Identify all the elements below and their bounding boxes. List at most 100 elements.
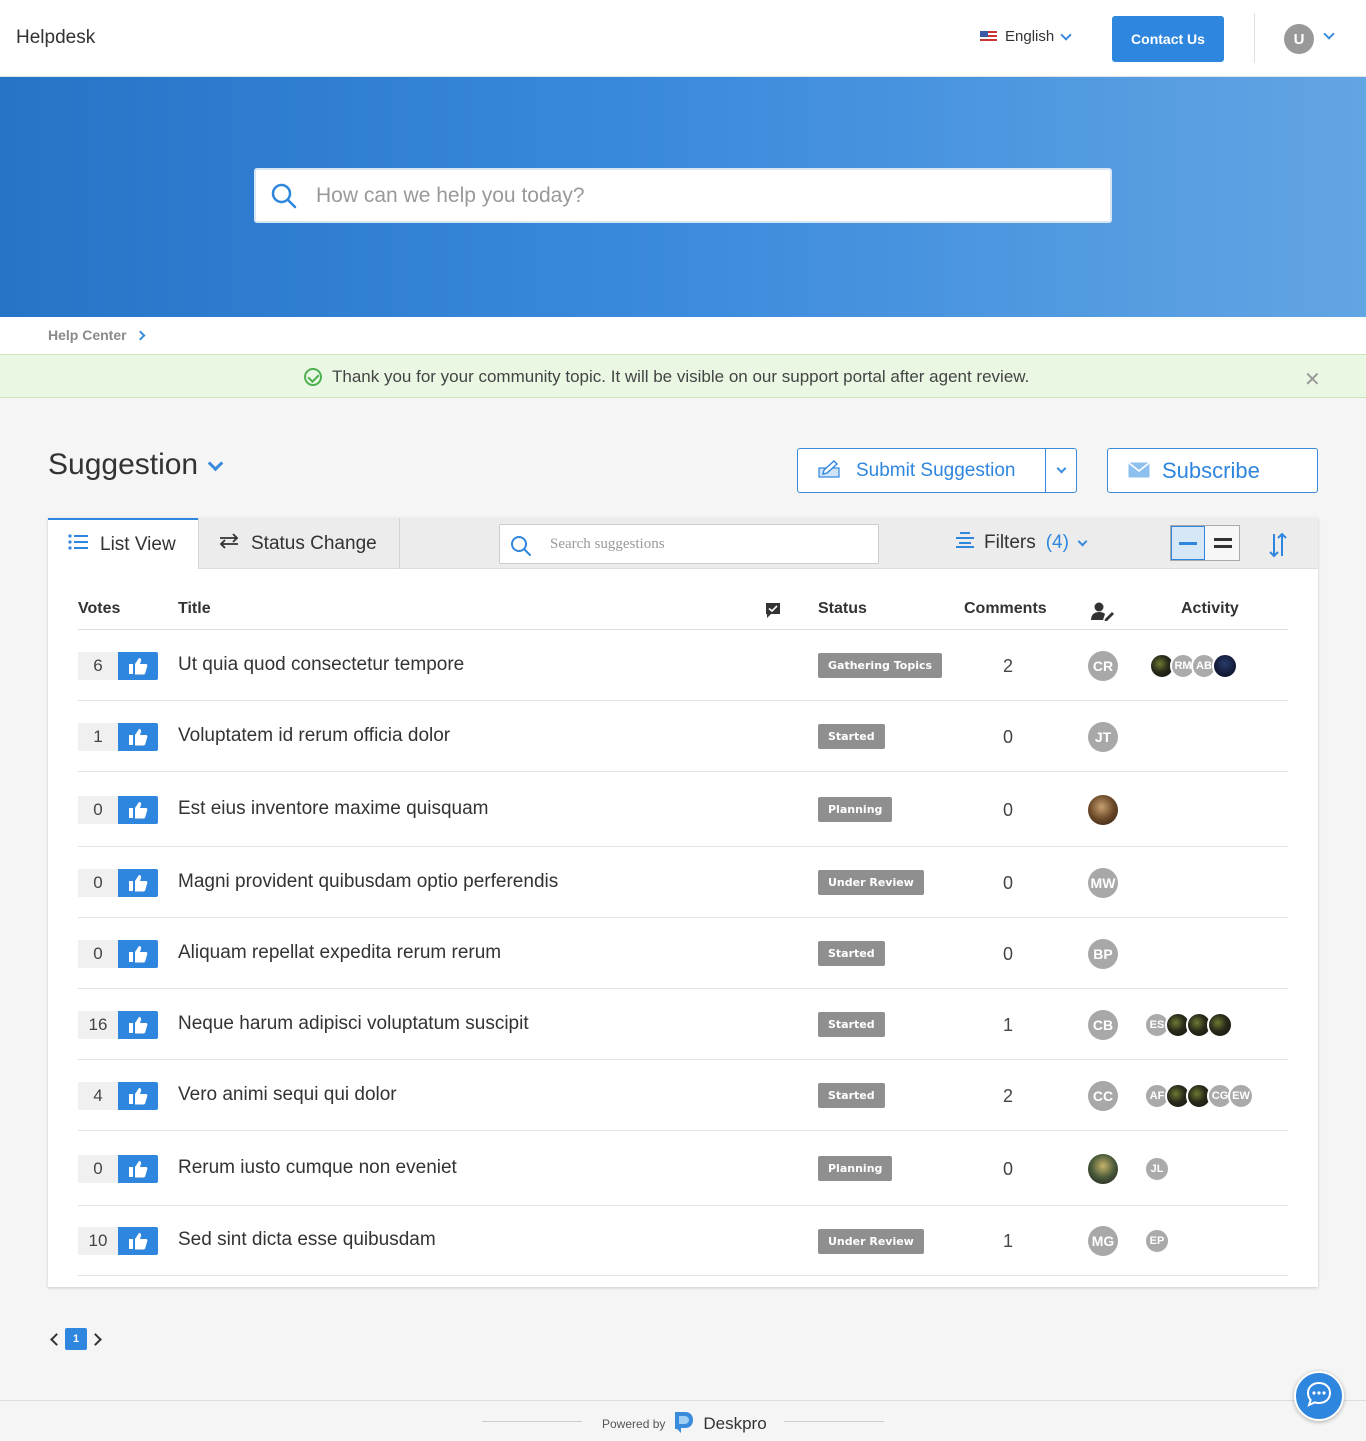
sort-icon[interactable] (1268, 532, 1288, 563)
suggestion-search-box (499, 524, 879, 564)
alert-content: Thank you for your community topic. It w… (304, 367, 1029, 387)
user-avatar[interactable]: U (1284, 24, 1314, 54)
activity-avatar: EP (1144, 1228, 1170, 1254)
subscribe-button[interactable]: Subscribe (1107, 448, 1318, 493)
vote-count: 0 (78, 939, 118, 968)
tab-status-change[interactable]: Status Change (198, 518, 400, 569)
section-title: Suggestion (48, 448, 199, 481)
chat-widget-button[interactable] (1294, 1371, 1344, 1421)
breadcrumb-help-center[interactable]: Help Center (48, 327, 127, 343)
user-menu-chevron-icon[interactable] (1323, 28, 1335, 40)
status-badge: Under Review (818, 870, 924, 895)
column-votes[interactable]: Votes (78, 600, 120, 618)
submit-options-button[interactable] (1045, 449, 1076, 492)
search-icon (270, 182, 298, 215)
language-selector[interactable]: English (980, 28, 1072, 45)
vote-control: 1 (78, 722, 158, 751)
footer-divider (482, 1421, 582, 1422)
vote-control: 0 (78, 1154, 158, 1183)
assignee-avatar: MG (1088, 1226, 1118, 1256)
suggestion-title[interactable]: Sed sint dicta esse quibusdam (178, 1229, 436, 1251)
suggestion-title[interactable]: Vero animi sequi qui dolor (178, 1084, 397, 1106)
table-row[interactable]: 0 Aliquam repellat expedita rerum rerum St… (78, 918, 1288, 989)
powered-by-label: Powered by (602, 1416, 666, 1431)
table-row[interactable]: 0 Rerum iusto cumque non eveniet Planning 0… (78, 1131, 1288, 1206)
chevron-down-icon (1060, 28, 1072, 41)
compact-view-button[interactable] (1171, 526, 1205, 560)
chevron-right-icon (135, 330, 146, 340)
status-badge: Started (818, 941, 885, 966)
assignee-avatar: CB (1088, 1009, 1118, 1040)
suggestion-title[interactable]: Voluptatem id rerum officia dolor (178, 725, 450, 747)
suggestion-search-input[interactable] (550, 525, 870, 563)
activity-avatars: ES (1144, 1011, 1233, 1038)
search-icon (510, 535, 532, 562)
next-page-icon[interactable] (89, 1332, 102, 1346)
hero-search-box (254, 168, 1112, 223)
comfortable-view-button[interactable] (1206, 526, 1240, 560)
comment-count: 2 (1002, 1085, 1013, 1106)
brand-name[interactable]: Helpdesk (16, 27, 95, 49)
table-row[interactable]: 16 Neque harum adipisci voluptatum suscip… (78, 989, 1288, 1060)
deskpro-name: Deskpro (703, 1413, 767, 1433)
density-toggle (1170, 525, 1240, 561)
vote-control: 0 (78, 939, 158, 968)
comment-count: 1 (1002, 1014, 1013, 1035)
close-icon[interactable]: ✕ (1304, 367, 1321, 392)
filters-dropdown[interactable]: Filters (4) (956, 532, 1088, 554)
breadcrumb: Help Center (48, 327, 146, 343)
vote-count: 16 (78, 1010, 118, 1039)
envelope-icon (1128, 458, 1150, 484)
thumbs-up-icon[interactable] (118, 1010, 158, 1039)
thumbs-up-icon[interactable] (118, 1154, 158, 1183)
thumbs-up-icon[interactable] (118, 795, 158, 824)
thumbs-up-icon[interactable] (118, 868, 158, 897)
thumbs-up-icon[interactable] (118, 939, 158, 968)
column-status[interactable]: Status (818, 600, 867, 618)
vote-count: 6 (78, 651, 118, 680)
thumbs-up-icon[interactable] (118, 1227, 158, 1255)
thumbs-up-icon[interactable] (118, 722, 158, 751)
suggestion-title[interactable]: Est eius inventore maxime quisquam (178, 798, 488, 820)
status-badge: Started (818, 1083, 885, 1108)
suggestion-title[interactable]: Rerum iusto cumque non eveniet (178, 1157, 457, 1179)
filters-count: (4) (1045, 532, 1069, 553)
assignee-avatar: JT (1088, 721, 1118, 752)
powered-by[interactable]: Powered by Deskpro (602, 1410, 767, 1437)
previous-page-icon[interactable] (50, 1332, 63, 1346)
column-title[interactable]: Title (178, 600, 211, 618)
suggestion-title[interactable]: Magni provident quibusdam optio perferen… (178, 871, 558, 893)
vote-control: 16 (78, 1010, 158, 1039)
vote-control: 0 (78, 868, 158, 897)
vote-count: 0 (78, 795, 118, 824)
suggestion-title[interactable]: Ut quia quod consectetur tempore (178, 654, 464, 676)
page-number[interactable]: 1 (65, 1328, 87, 1350)
thumbs-up-icon[interactable] (118, 651, 158, 680)
vote-control: 10 (78, 1227, 158, 1255)
table-row[interactable]: 0 Magni provident quibusdam optio perfere… (78, 847, 1288, 918)
table-row[interactable]: 1 Voluptatem id rerum officia dolor Starte… (78, 701, 1288, 772)
submit-suggestion-button[interactable]: Submit Suggestion (798, 449, 1045, 492)
subscribe-label: Subscribe (1162, 457, 1260, 483)
contact-us-button[interactable]: Contact Us (1112, 16, 1224, 62)
table-row[interactable]: 6 Ut quia quod consectetur tempore Gatheri… (78, 630, 1288, 701)
thumbs-up-icon[interactable] (118, 1081, 158, 1110)
pagination: 1 (48, 1328, 104, 1350)
suggestion-title[interactable]: Aliquam repellat expedita rerum rerum (178, 942, 501, 964)
tab-list-view[interactable]: List View (48, 518, 198, 570)
section-title-dropdown[interactable]: Suggestion (48, 448, 224, 482)
chevron-down-icon (1056, 463, 1066, 474)
status-badge: Gathering Topics (818, 653, 943, 678)
table-row[interactable]: 10 Sed sint dicta esse quibusdam Under Rev… (78, 1206, 1288, 1276)
comment-count: 0 (1002, 1158, 1013, 1179)
table-row[interactable]: 4 Vero animi sequi qui dolor Started 2 CC AF C… (78, 1060, 1288, 1131)
activity-avatar: JL (1144, 1155, 1170, 1182)
vote-control: 6 (78, 651, 158, 680)
suggestion-title[interactable]: Neque harum adipisci voluptatum suscipit (178, 1013, 529, 1035)
chevron-down-icon (1077, 536, 1088, 546)
activity-avatar: EW (1228, 1082, 1254, 1109)
table-row[interactable]: 0 Est eius inventore maxime quisquam Plann… (78, 772, 1288, 847)
hero-search-input[interactable] (316, 170, 1096, 221)
column-comments[interactable]: Comments (964, 600, 1047, 618)
column-activity[interactable]: Activity (1181, 600, 1239, 618)
